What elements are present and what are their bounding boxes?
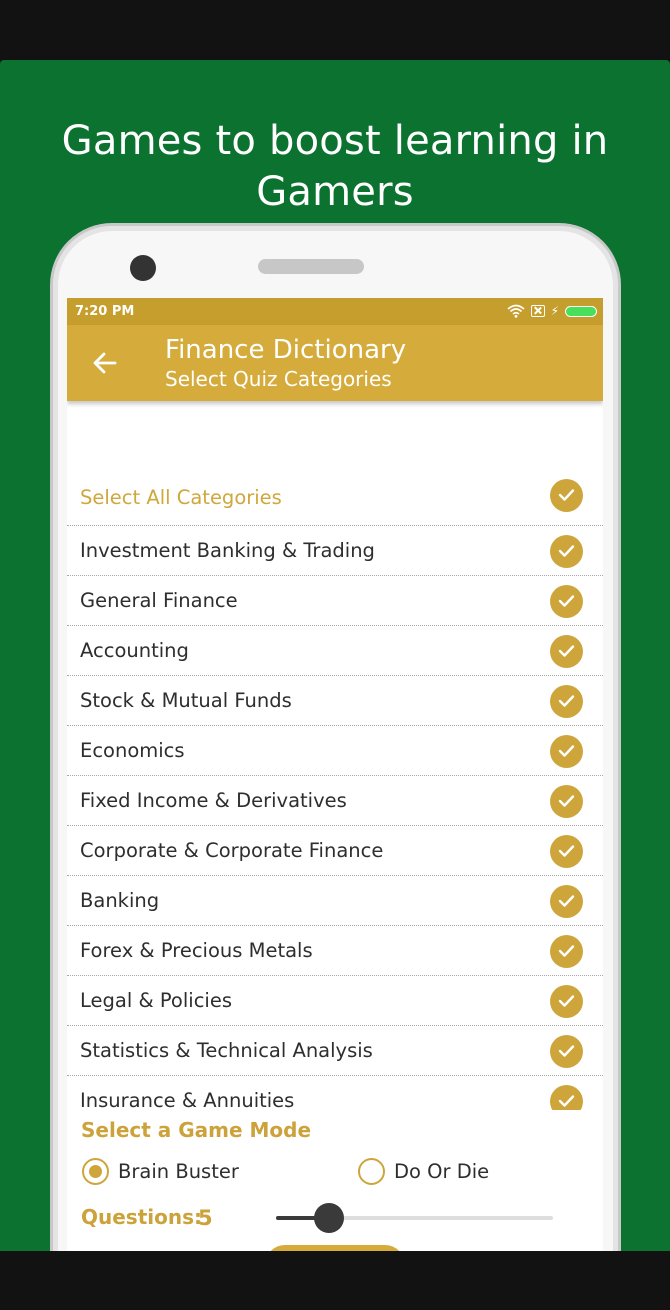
top-black-bar [0,0,670,60]
radio-selected-dot [88,1164,102,1178]
category-row[interactable]: Accounting [67,626,603,676]
category-label: Banking [80,889,160,912]
status-time: 7:20 PM [75,304,135,319]
category-label: Insurance & Annuities [80,1089,295,1112]
category-row[interactable]: Investment Banking & Trading [67,526,603,576]
app-title: Finance Dictionary [165,335,407,365]
category-row[interactable]: Economics [67,726,603,776]
questions-label: Questions: [81,1205,203,1229]
category-row[interactable]: Statistics & Technical Analysis [67,1026,603,1076]
status-bar: 7:20 PM ⚡ [67,298,603,325]
category-row[interactable]: Banking [67,876,603,926]
check-circle-icon[interactable] [550,835,583,868]
check-circle-icon[interactable] [550,985,583,1018]
radio-label-brain-buster[interactable]: Brain Buster [118,1160,239,1183]
sim-icon [530,305,545,317]
category-label: Investment Banking & Trading [80,539,375,562]
wifi-icon [507,304,525,318]
category-label: Economics [80,739,185,762]
radio-do-or-die[interactable] [358,1158,385,1185]
game-mode-panel: Select a Game Mode Brain Buster Do Or Di… [67,1110,603,1251]
radio-brain-buster[interactable] [82,1158,109,1185]
category-row[interactable]: Legal & Policies [67,976,603,1026]
radio-label-do-or-die[interactable]: Do Or Die [394,1160,489,1183]
category-label: Statistics & Technical Analysis [80,1039,373,1062]
category-label: Legal & Policies [80,989,232,1012]
phone-speaker [258,259,364,274]
check-circle-icon[interactable] [550,635,583,668]
slider-thumb[interactable] [313,1203,344,1233]
category-label: General Finance [80,589,238,612]
questions-slider[interactable] [276,1203,553,1233]
check-circle-icon[interactable] [550,585,583,618]
check-circle-icon[interactable] [550,935,583,968]
check-circle-icon[interactable] [550,885,583,918]
check-circle-icon[interactable] [550,685,583,718]
app-subtitle: Select Quiz Categories [165,367,392,391]
check-circle-icon[interactable] [550,479,583,512]
phone-screen: 7:20 PM ⚡ Finance Dictionary Select Quiz… [67,298,603,1251]
game-mode-title: Select a Game Mode [81,1118,312,1142]
bottom-black-bar [0,1251,670,1310]
promo-headline: Games to boost learning in Gamers [61,118,609,215]
select-all-label: Select All Categories [80,486,282,509]
category-label: Fixed Income & Derivatives [80,789,347,812]
battery-icon [565,305,597,317]
app-bar: Finance Dictionary Select Quiz Categorie… [67,325,603,401]
arrow-left-icon[interactable] [91,349,119,377]
category-label: Corporate & Corporate Finance [80,839,384,862]
check-circle-icon[interactable] [550,735,583,768]
check-circle-icon[interactable] [550,535,583,568]
select-all-row[interactable]: Select All Categories [67,470,603,526]
category-row[interactable]: Forex & Precious Metals [67,926,603,976]
category-row[interactable]: Stock & Mutual Funds [67,676,603,726]
category-row[interactable]: Fixed Income & Derivatives [67,776,603,826]
check-circle-icon[interactable] [550,785,583,818]
check-circle-icon[interactable] [550,1035,583,1068]
questions-value: 5 [198,1206,213,1230]
front-camera [130,255,156,281]
charging-icon: ⚡ [550,304,559,318]
category-row[interactable]: Corporate & Corporate Finance [67,826,603,876]
category-row[interactable]: General Finance [67,576,603,626]
category-label: Forex & Precious Metals [80,939,313,962]
status-icons: ⚡ [507,303,597,319]
category-label: Accounting [80,639,189,662]
category-label: Stock & Mutual Funds [80,689,292,712]
